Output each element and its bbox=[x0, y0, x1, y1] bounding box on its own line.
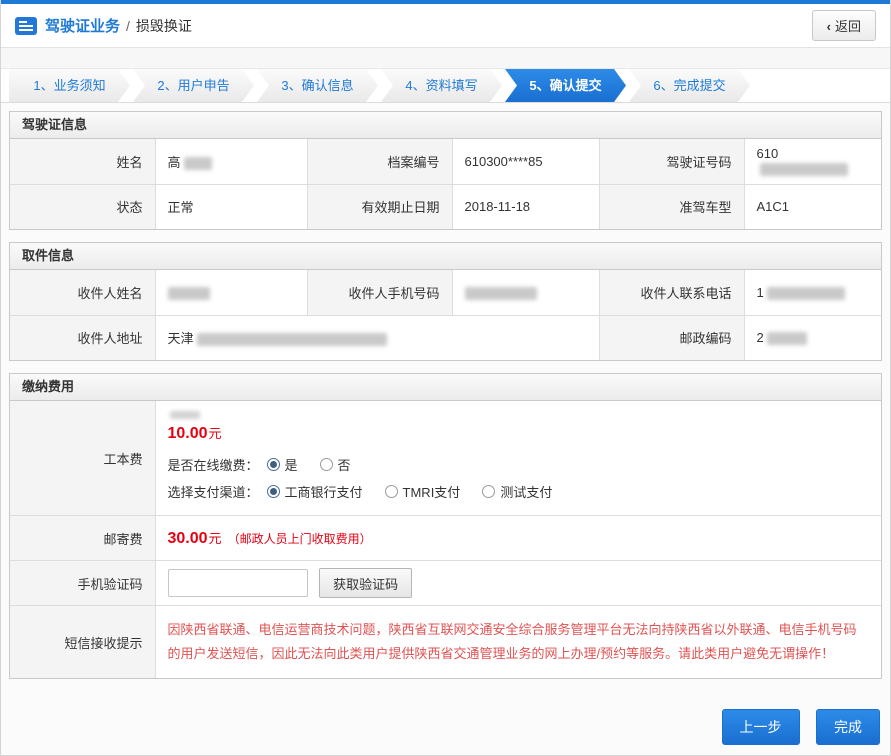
back-button[interactable]: ‹ 返回 bbox=[812, 10, 876, 41]
mail-fee-note: （邮政人员上门收取费用） bbox=[228, 532, 372, 546]
license-info-title: 驾驶证信息 bbox=[10, 112, 881, 139]
previous-step-button[interactable]: 上一步 bbox=[722, 709, 800, 745]
table-row: 工本费 10.00元 是否在线缴费： 是 否 选择支付渠道： bbox=[10, 401, 881, 516]
sms-notice-cell: 因陕西省联通、电信运营商技术问题，陕西省互联网交通安全综合服务管理平台无法向持陕… bbox=[155, 606, 881, 679]
captcha-cell: 获取验证码 bbox=[155, 561, 881, 606]
get-captcha-button[interactable]: 获取验证码 bbox=[319, 568, 412, 598]
radio-checked-icon bbox=[267, 485, 280, 498]
pickup-info-section: 取件信息 收件人姓名 收件人手机号码 收件人联系电话 1 收件人地址 天津 邮政… bbox=[9, 242, 882, 361]
license-number-label: 驾驶证号码 bbox=[599, 139, 744, 184]
channel-tmri-radio[interactable]: TMRI支付 bbox=[385, 482, 461, 501]
recipient-name-label: 收件人姓名 bbox=[10, 270, 155, 315]
production-fee-label: 工本费 bbox=[10, 401, 155, 516]
recipient-phone-label: 收件人联系电话 bbox=[599, 270, 744, 315]
production-fee-cell: 10.00元 是否在线缴费： 是 否 选择支付渠道： 工商银行支付 TMRI支付… bbox=[155, 401, 881, 516]
mail-fee-unit: 元 bbox=[209, 531, 222, 546]
mail-fee-label: 邮寄费 bbox=[10, 516, 155, 561]
postal-code-value: 2 bbox=[744, 315, 881, 360]
step-6-complete-submit: 6、完成提交 bbox=[629, 69, 750, 102]
sms-notice-label: 短信接收提示 bbox=[10, 606, 155, 679]
breadcrumb-separator: / bbox=[126, 18, 130, 34]
file-number-value: 610300****85 bbox=[452, 139, 599, 184]
online-pay-no-radio[interactable]: 否 bbox=[320, 455, 351, 474]
chevron-left-icon: ‹ bbox=[827, 19, 831, 34]
name-label: 姓名 bbox=[10, 139, 155, 184]
captcha-input[interactable] bbox=[168, 569, 308, 597]
pickup-info-title: 取件信息 bbox=[10, 243, 881, 270]
step-wizard: 1、业务须知 2、用户申告 3、确认信息 4、资料填写 5、确认提交 6、完成提… bbox=[1, 68, 890, 103]
production-fee-unit: 元 bbox=[209, 426, 222, 441]
page: 驾驶证业务 / 损毁换证 ‹ 返回 1、业务须知 2、用户申告 3、确认信息 4、… bbox=[0, 0, 891, 756]
payment-title: 缴纳费用 bbox=[10, 374, 881, 401]
status-label: 状态 bbox=[10, 184, 155, 229]
online-pay-yes-radio[interactable]: 是 bbox=[267, 455, 298, 474]
back-button-label: 返回 bbox=[835, 19, 861, 34]
main-content: 驾驶证信息 姓名 高 档案编号 610300****85 驾驶证号码 610 状… bbox=[1, 103, 890, 755]
address-value: 天津 bbox=[155, 315, 599, 360]
recipient-phone-value: 1 bbox=[744, 270, 881, 315]
step-4-fill-in-data: 4、资料填写 bbox=[381, 69, 502, 102]
vehicle-type-value: A1C1 bbox=[744, 184, 881, 229]
finish-button[interactable]: 完成 bbox=[816, 709, 880, 745]
table-row: 手机验证码 获取验证码 bbox=[10, 561, 881, 606]
online-pay-caption: 是否在线缴费： bbox=[168, 455, 259, 474]
table-row: 收件人姓名 收件人手机号码 收件人联系电话 1 bbox=[10, 270, 881, 315]
table-row: 收件人地址 天津 邮政编码 2 bbox=[10, 315, 881, 360]
step-3-confirm-info: 3、确认信息 bbox=[257, 69, 378, 102]
license-info-table: 姓名 高 档案编号 610300****85 驾驶证号码 610 状态 正常 有… bbox=[10, 139, 881, 229]
recipient-name-value bbox=[155, 270, 307, 315]
radio-unchecked-icon bbox=[385, 485, 398, 498]
mail-fee-cell: 30.00元 （邮政人员上门收取费用） bbox=[155, 516, 881, 561]
postal-code-label: 邮政编码 bbox=[599, 315, 744, 360]
name-value: 高 bbox=[155, 139, 307, 184]
radio-unchecked-icon bbox=[320, 458, 333, 471]
subheader-gap bbox=[1, 48, 890, 68]
expiry-value: 2018-11-18 bbox=[452, 184, 599, 229]
vehicle-type-label: 准驾车型 bbox=[599, 184, 744, 229]
step-1-business-notice: 1、业务须知 bbox=[9, 69, 130, 102]
channel-icbc-radio[interactable]: 工商银行支付 bbox=[267, 482, 363, 501]
footer-actions: 上一步 完成 bbox=[9, 691, 882, 745]
production-fee-amount: 10.00 bbox=[168, 425, 208, 442]
redacted-text bbox=[170, 411, 200, 419]
header: 驾驶证业务 / 损毁换证 ‹ 返回 bbox=[1, 4, 890, 48]
address-label: 收件人地址 bbox=[10, 315, 155, 360]
pickup-info-table: 收件人姓名 收件人手机号码 收件人联系电话 1 收件人地址 天津 邮政编码 2 bbox=[10, 270, 881, 360]
expiry-label: 有效期止日期 bbox=[307, 184, 452, 229]
channel-test-radio[interactable]: 测试支付 bbox=[482, 482, 552, 501]
table-row: 姓名 高 档案编号 610300****85 驾驶证号码 610 bbox=[10, 139, 881, 184]
license-info-section: 驾驶证信息 姓名 高 档案编号 610300****85 驾驶证号码 610 状… bbox=[9, 111, 882, 230]
pay-channel-caption: 选择支付渠道： bbox=[168, 482, 259, 501]
recipient-mobile-label: 收件人手机号码 bbox=[307, 270, 452, 315]
status-value: 正常 bbox=[155, 184, 307, 229]
captcha-label: 手机验证码 bbox=[10, 561, 155, 606]
radio-unchecked-icon bbox=[482, 485, 495, 498]
sms-notice-text: 因陕西省联通、电信运营商技术问题，陕西省互联网交通安全综合服务管理平台无法向持陕… bbox=[168, 622, 857, 661]
license-service-icon bbox=[15, 17, 37, 35]
table-row: 邮寄费 30.00元 （邮政人员上门收取费用） bbox=[10, 516, 881, 561]
mail-fee-amount: 30.00 bbox=[168, 530, 208, 547]
payment-table: 工本费 10.00元 是否在线缴费： 是 否 选择支付渠道： bbox=[10, 401, 881, 678]
payment-section: 缴纳费用 工本费 10.00元 是否在线缴费： 是 否 bbox=[9, 373, 882, 679]
radio-checked-icon bbox=[267, 458, 280, 471]
license-number-value: 610 bbox=[744, 139, 881, 184]
recipient-mobile-value bbox=[452, 270, 599, 315]
table-row: 短信接收提示 因陕西省联通、电信运营商技术问题，陕西省互联网交通安全综合服务管理… bbox=[10, 606, 881, 679]
page-title: 损毁换证 bbox=[136, 16, 192, 36]
table-row: 状态 正常 有效期止日期 2018-11-18 准驾车型 A1C1 bbox=[10, 184, 881, 229]
step-5-confirm-submit: 5、确认提交 bbox=[505, 69, 626, 102]
step-2-user-declaration: 2、用户申告 bbox=[133, 69, 254, 102]
file-number-label: 档案编号 bbox=[307, 139, 452, 184]
app-title: 驾驶证业务 bbox=[45, 15, 120, 36]
